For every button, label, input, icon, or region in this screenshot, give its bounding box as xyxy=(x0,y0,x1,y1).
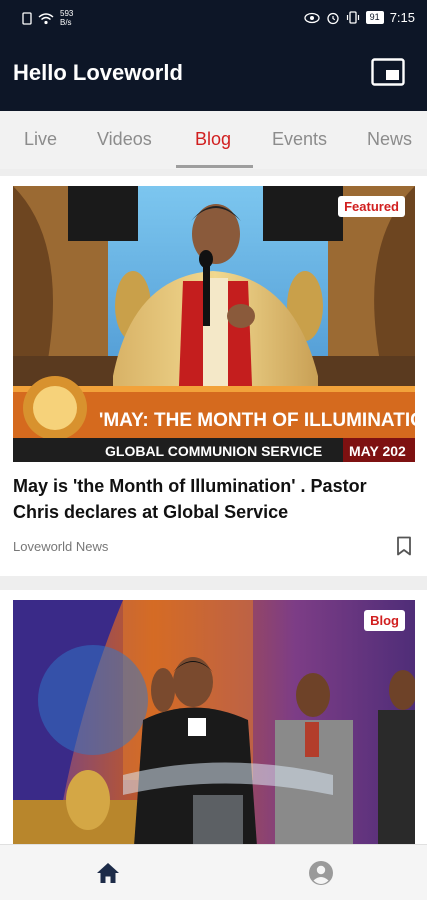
article-thumbnail[interactable]: 'MAY: THE MONTH OF ILLUMINATION' GLOBAL … xyxy=(13,186,415,462)
article-source: Loveworld News xyxy=(13,539,109,554)
status-left: 593 B/s xyxy=(22,9,73,27)
app-bar: Hello Loveworld xyxy=(0,34,427,111)
featured-badge: Featured xyxy=(338,196,405,217)
article-headline[interactable]: May is 'the Month of Illumination' . Pas… xyxy=(13,473,413,525)
app-title: Hello Loveworld xyxy=(13,60,183,85)
tab-news[interactable]: News xyxy=(367,129,412,150)
banner-line-1: 'MAY: THE MONTH OF ILLUMINATION' xyxy=(99,410,415,431)
eye-comfort-icon xyxy=(304,12,320,23)
blog-badge: Blog xyxy=(364,610,405,631)
status-right: 91 7:15 xyxy=(304,10,415,25)
home-icon[interactable] xyxy=(94,859,122,887)
network-speed-value: 593 xyxy=(60,9,74,18)
bottom-navigation xyxy=(0,844,427,900)
tab-videos[interactable]: Videos xyxy=(97,129,152,150)
battery-indicator: 91 xyxy=(365,11,384,24)
banner-line-2: GLOBAL COMMUNION SERVICE xyxy=(105,443,322,459)
tab-indicator xyxy=(176,165,253,168)
tab-bar: Live Videos Blog Events News xyxy=(0,111,427,169)
vibrate-icon xyxy=(346,11,359,24)
bookmark-outline-icon[interactable] xyxy=(395,536,413,556)
status-bar: 593 B/s 91 7:15 xyxy=(0,0,427,34)
article-thumbnail[interactable]: Blog xyxy=(13,600,415,844)
article-card[interactable]: Blog xyxy=(0,590,427,844)
network-speed-unit: B/s xyxy=(60,18,72,27)
clock: 7:15 xyxy=(389,10,415,25)
blog-feed[interactable]: 'MAY: THE MONTH OF ILLUMINATION' GLOBAL … xyxy=(0,170,427,844)
tab-live[interactable]: Live xyxy=(24,129,57,150)
tab-events[interactable]: Events xyxy=(272,129,327,150)
article-card[interactable]: 'MAY: THE MONTH OF ILLUMINATION' GLOBAL … xyxy=(0,176,427,576)
alarm-icon xyxy=(327,12,339,24)
article-image: 'MAY: THE MONTH OF ILLUMINATION' GLOBAL … xyxy=(13,186,415,462)
sim-icon xyxy=(22,11,32,25)
article-image xyxy=(13,600,415,844)
wifi-icon xyxy=(38,12,54,24)
account-circle-icon[interactable] xyxy=(307,859,335,887)
network-speed: 593 B/s xyxy=(60,9,73,27)
picture-in-picture-icon[interactable] xyxy=(371,58,405,86)
banner-date: MAY 202 xyxy=(349,443,406,459)
tab-blog[interactable]: Blog xyxy=(195,129,231,150)
